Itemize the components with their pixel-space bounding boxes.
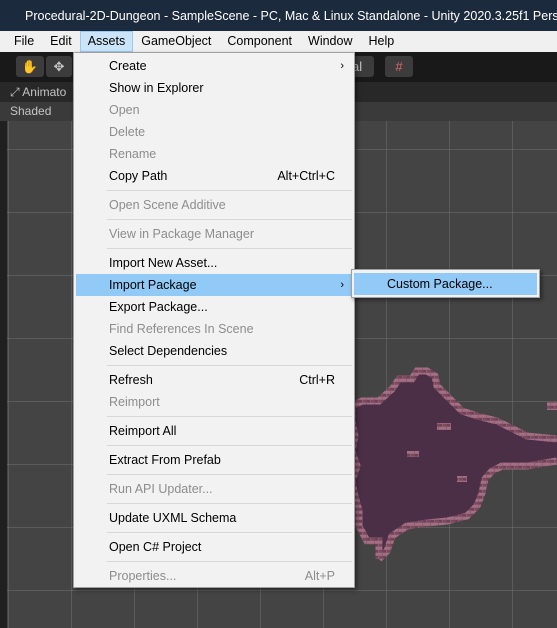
menu-separator	[107, 561, 352, 562]
menu-item-find-references[interactable]: Find References In Scene	[76, 318, 352, 340]
menu-separator	[107, 219, 352, 220]
chevron-right-icon: ›	[340, 279, 344, 291]
menu-item-reimport-all[interactable]: Reimport All	[76, 420, 352, 442]
menu-bar: File Edit Assets GameObject Component Wi…	[0, 31, 557, 53]
menu-separator	[107, 445, 352, 446]
menu-separator	[107, 190, 352, 191]
move-icon: ✥	[53, 59, 65, 74]
menu-item-custom-package[interactable]: Custom Package...	[354, 273, 537, 295]
menu-item-copy-path[interactable]: Copy Path Alt+Ctrl+C	[76, 165, 352, 187]
menu-edit[interactable]: Edit	[42, 31, 80, 52]
chevron-right-icon: ›	[340, 60, 344, 72]
hand-icon: ✋	[21, 59, 39, 74]
menu-item-create[interactable]: Create ›	[76, 55, 352, 77]
menu-item-export-package[interactable]: Export Package...	[76, 296, 352, 318]
menu-help[interactable]: Help	[360, 31, 402, 52]
menu-item-open[interactable]: Open	[76, 99, 352, 121]
import-package-submenu: Custom Package...	[351, 269, 540, 298]
grid-icon: #	[395, 59, 403, 74]
menu-component[interactable]: Component	[219, 31, 300, 52]
menu-separator	[107, 532, 352, 533]
window-title: Procedural-2D-Dungeon - SampleScene - PC…	[25, 8, 557, 23]
grid-snap-button[interactable]: #	[385, 56, 413, 77]
scene-left-border	[0, 121, 7, 628]
tab-animator[interactable]: ⤢ Animato	[10, 82, 66, 102]
menu-item-delete[interactable]: Delete	[76, 121, 352, 143]
menu-separator	[107, 416, 352, 417]
menu-item-import-new-asset[interactable]: Import New Asset...	[76, 252, 352, 274]
tab-animator-label: Animato	[22, 85, 67, 99]
menu-separator	[107, 248, 352, 249]
move-tool-button[interactable]: ✥	[46, 56, 72, 77]
menu-item-properties[interactable]: Properties... Alt+P	[76, 565, 352, 587]
menu-item-extract-from-prefab[interactable]: Extract From Prefab	[76, 449, 352, 471]
menu-item-show-in-explorer[interactable]: Show in Explorer	[76, 77, 352, 99]
shortcut-label: Alt+Ctrl+C	[277, 169, 335, 183]
menu-item-refresh[interactable]: Refresh Ctrl+R	[76, 369, 352, 391]
shortcut-label: Alt+P	[304, 569, 335, 583]
menu-separator	[107, 474, 352, 475]
menu-file[interactable]: File	[6, 31, 42, 52]
menu-window[interactable]: Window	[300, 31, 360, 52]
menu-item-reimport[interactable]: Reimport	[76, 391, 352, 413]
animator-icon: ⤢	[10, 85, 20, 99]
menu-item-view-in-package-manager[interactable]: View in Package Manager	[76, 223, 352, 245]
shortcut-label: Ctrl+R	[299, 373, 335, 387]
menu-assets[interactable]: Assets	[79, 31, 134, 52]
draw-mode-dropdown[interactable]: Shaded	[10, 102, 51, 121]
assets-menu: Create › Show in Explorer Open Delete Re…	[73, 52, 355, 588]
menu-gameobject[interactable]: GameObject	[133, 31, 219, 52]
menu-item-import-package[interactable]: Import Package ›	[76, 274, 352, 296]
menu-item-open-scene-additive[interactable]: Open Scene Additive	[76, 194, 352, 216]
menu-separator	[107, 365, 352, 366]
menu-item-select-dependencies[interactable]: Select Dependencies	[76, 340, 352, 362]
title-bar: Procedural-2D-Dungeon - SampleScene - PC…	[0, 0, 557, 31]
menu-item-rename[interactable]: Rename	[76, 143, 352, 165]
menu-item-open-csharp-project[interactable]: Open C# Project	[76, 536, 352, 558]
menu-separator	[107, 503, 352, 504]
menu-item-update-uxml-schema[interactable]: Update UXML Schema	[76, 507, 352, 529]
hand-tool-button[interactable]: ✋	[16, 56, 44, 77]
menu-item-run-api-updater[interactable]: Run API Updater...	[76, 478, 352, 500]
